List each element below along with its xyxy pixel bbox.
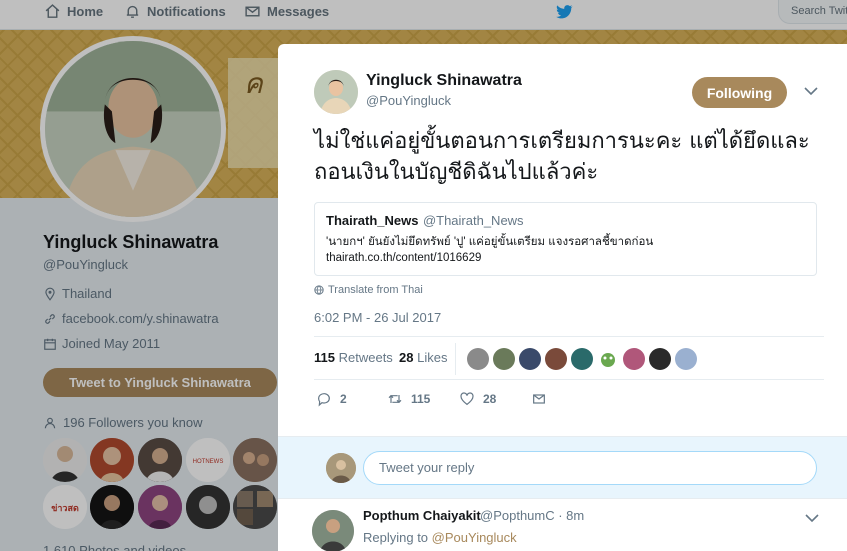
liker-avatar[interactable] (571, 348, 593, 370)
replying-to: Replying to @PouYingluck (363, 530, 517, 545)
reply-input[interactable]: Tweet your reply (363, 451, 817, 485)
retweet-icon (388, 394, 402, 404)
globe-icon (314, 285, 324, 295)
liker-avatar[interactable] (493, 348, 515, 370)
reply-action[interactable]: 2 (316, 391, 347, 407)
liker-avatar[interactable] (597, 348, 619, 370)
tweet-timestamp: 6:02 PM - 26 Jul 2017 (314, 310, 442, 325)
retweet-label: Retweets (338, 350, 393, 365)
like-action[interactable]: 28 (459, 391, 496, 407)
current-user-avatar[interactable] (326, 453, 356, 483)
retweet-action[interactable]: 115 (387, 391, 430, 407)
liker-avatar[interactable] (623, 348, 645, 370)
chevron-down-icon[interactable] (805, 513, 819, 523)
tweet-modal: Yingluck Shinawatra @PouYingluck Followi… (278, 44, 847, 551)
retweet-count: 115 (314, 350, 335, 365)
liker-avatar[interactable] (649, 348, 671, 370)
translate-link[interactable]: Translate from Thai (314, 284, 423, 296)
reply-count: 2 (340, 392, 347, 406)
retweet-action-count: 115 (411, 392, 431, 406)
reply-icon (318, 393, 330, 407)
replying-prefix: Replying to (363, 530, 429, 545)
reply-bar: Tweet your reply (278, 436, 847, 499)
liker-avatar[interactable] (675, 348, 697, 370)
tweet-stats: 115 Retweets 28 Likes (314, 336, 824, 380)
like-count-link[interactable]: 28 Likes (399, 350, 447, 365)
reply-author-name[interactable]: Popthum Chaiyakit (363, 508, 481, 523)
translate-label: Translate from Thai (328, 284, 423, 296)
reply-author-handle: @PopthumC · 8m (480, 508, 585, 523)
quoted-link: thairath.co.th/content/1016629 (326, 252, 482, 264)
envelope-icon (533, 394, 545, 404)
reply-tweet[interactable]: Popthum Chaiyakit @PopthumC · 8m Replyin… (278, 499, 847, 551)
liker-avatar[interactable] (467, 348, 489, 370)
following-button[interactable]: Following (692, 77, 787, 108)
liker-avatar[interactable] (545, 348, 567, 370)
heart-icon (460, 392, 474, 406)
like-count: 28 (399, 350, 414, 365)
quoted-author-handle: @Thairath_News (422, 213, 524, 228)
quoted-text: 'นายกฯ' ยันยังไม่ยึดทรัพย์ 'ปู' แค่อยู่ข… (326, 236, 654, 248)
tweet-author-name[interactable]: Yingluck Shinawatra (366, 72, 522, 90)
liker-avatar[interactable] (519, 348, 541, 370)
like-label: Likes (417, 350, 448, 365)
tweet-text: ไม่ใช่แค่อยู่ขั้นตอนการเตรียมการนะคะ แต่… (314, 129, 810, 185)
quoted-tweet[interactable]: Thairath_News @Thairath_News 'นายกฯ' ยัน… (314, 202, 817, 276)
stats-divider (455, 343, 456, 375)
chevron-down-icon[interactable] (804, 86, 818, 96)
retweet-count-link[interactable]: 115 Retweets (314, 350, 393, 365)
quoted-author-name: Thairath_News (326, 213, 419, 228)
replying-to-handle[interactable]: @PouYingluck (432, 530, 517, 545)
tweet-author-avatar[interactable] (314, 70, 358, 114)
reply-author-avatar[interactable] (312, 510, 354, 551)
like-action-count: 28 (483, 392, 497, 406)
tweet-author-handle: @PouYingluck (366, 93, 451, 108)
direct-message-action[interactable] (531, 391, 547, 407)
